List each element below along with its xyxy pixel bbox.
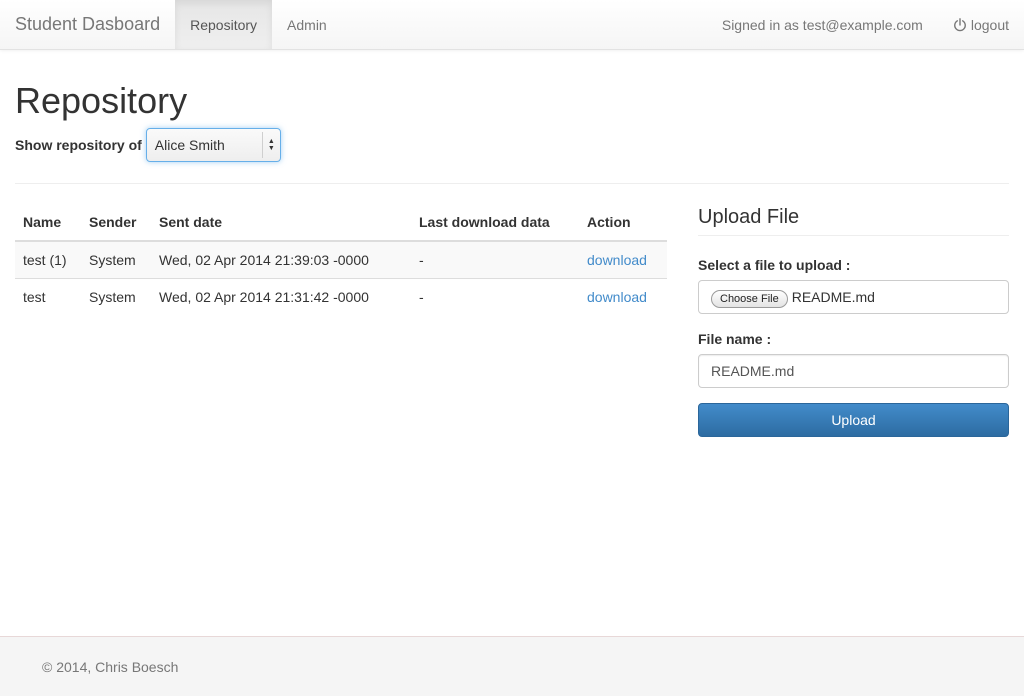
chosen-file-name: README.md bbox=[791, 289, 875, 305]
page-title: Repository bbox=[15, 80, 188, 121]
files-table: Name Sender Sent date Last download data… bbox=[15, 203, 667, 315]
col-header-sender: Sender bbox=[81, 203, 151, 242]
show-repo-label: Show repository of bbox=[15, 137, 142, 153]
student-select-value: Alice Smith bbox=[154, 137, 225, 153]
student-select[interactable]: Alice Smith ▲ ▼ bbox=[145, 128, 281, 162]
file-name-label: File name : bbox=[698, 331, 772, 347]
cell-name: test bbox=[15, 277, 81, 315]
table-header-row: Name Sender Sent date Last download data… bbox=[15, 203, 667, 242]
col-header-sent-date: Sent date bbox=[151, 203, 411, 242]
navbar-right: Signed in as test@example.com logout bbox=[707, 0, 1024, 49]
cell-sender: System bbox=[81, 277, 151, 315]
footer: © 2014, Chris Boesch bbox=[0, 636, 1024, 696]
upload-title: Upload File bbox=[698, 206, 1009, 236]
cell-last-download: - bbox=[411, 240, 579, 278]
cell-action: download bbox=[579, 277, 667, 315]
footer-text: © 2014, Chris Boesch bbox=[42, 659, 179, 675]
select-file-label: Select a file to upload : bbox=[698, 257, 851, 273]
cell-action: download bbox=[579, 240, 667, 278]
cell-sender: System bbox=[81, 240, 151, 278]
col-header-action: Action bbox=[579, 203, 667, 242]
signed-in-text: Signed in as test@example.com bbox=[721, 16, 923, 33]
brand-link[interactable]: Student Dasboard bbox=[0, 0, 175, 49]
navbar: Student Dasboard Repository Admin Signed… bbox=[0, 0, 1024, 50]
upload-button[interactable]: Upload bbox=[698, 403, 1009, 437]
cell-sent-date: Wed, 02 Apr 2014 21:39:03 -0000 bbox=[151, 240, 411, 278]
table-row: test (1) System Wed, 02 Apr 2014 21:39:0… bbox=[15, 240, 667, 278]
choose-file-button[interactable]: Choose File bbox=[711, 290, 788, 308]
power-icon bbox=[953, 17, 966, 31]
download-link[interactable]: download bbox=[587, 289, 647, 305]
download-link[interactable]: download bbox=[587, 252, 647, 268]
select-arrows-icon: ▲ ▼ bbox=[261, 132, 280, 158]
cell-sent-date: Wed, 02 Apr 2014 21:31:42 -0000 bbox=[151, 277, 411, 315]
col-header-name: Name bbox=[15, 203, 81, 242]
file-name-input[interactable] bbox=[698, 354, 1009, 388]
table-row: test System Wed, 02 Apr 2014 21:31:42 -0… bbox=[15, 277, 667, 315]
nav-tab-admin[interactable]: Admin bbox=[272, 0, 342, 49]
file-input[interactable]: Choose File README.md bbox=[698, 280, 1009, 314]
logout-label: logout bbox=[970, 16, 1009, 33]
cell-last-download: - bbox=[411, 277, 579, 315]
cell-name: test (1) bbox=[15, 240, 81, 278]
divider bbox=[15, 183, 1009, 184]
logout-link[interactable]: logout bbox=[938, 0, 1024, 49]
show-repo-row: Show repository of Alice Smith ▲ ▼ bbox=[15, 128, 281, 162]
col-header-last-download: Last download data bbox=[411, 203, 579, 242]
nav-tab-repository[interactable]: Repository bbox=[175, 0, 273, 49]
